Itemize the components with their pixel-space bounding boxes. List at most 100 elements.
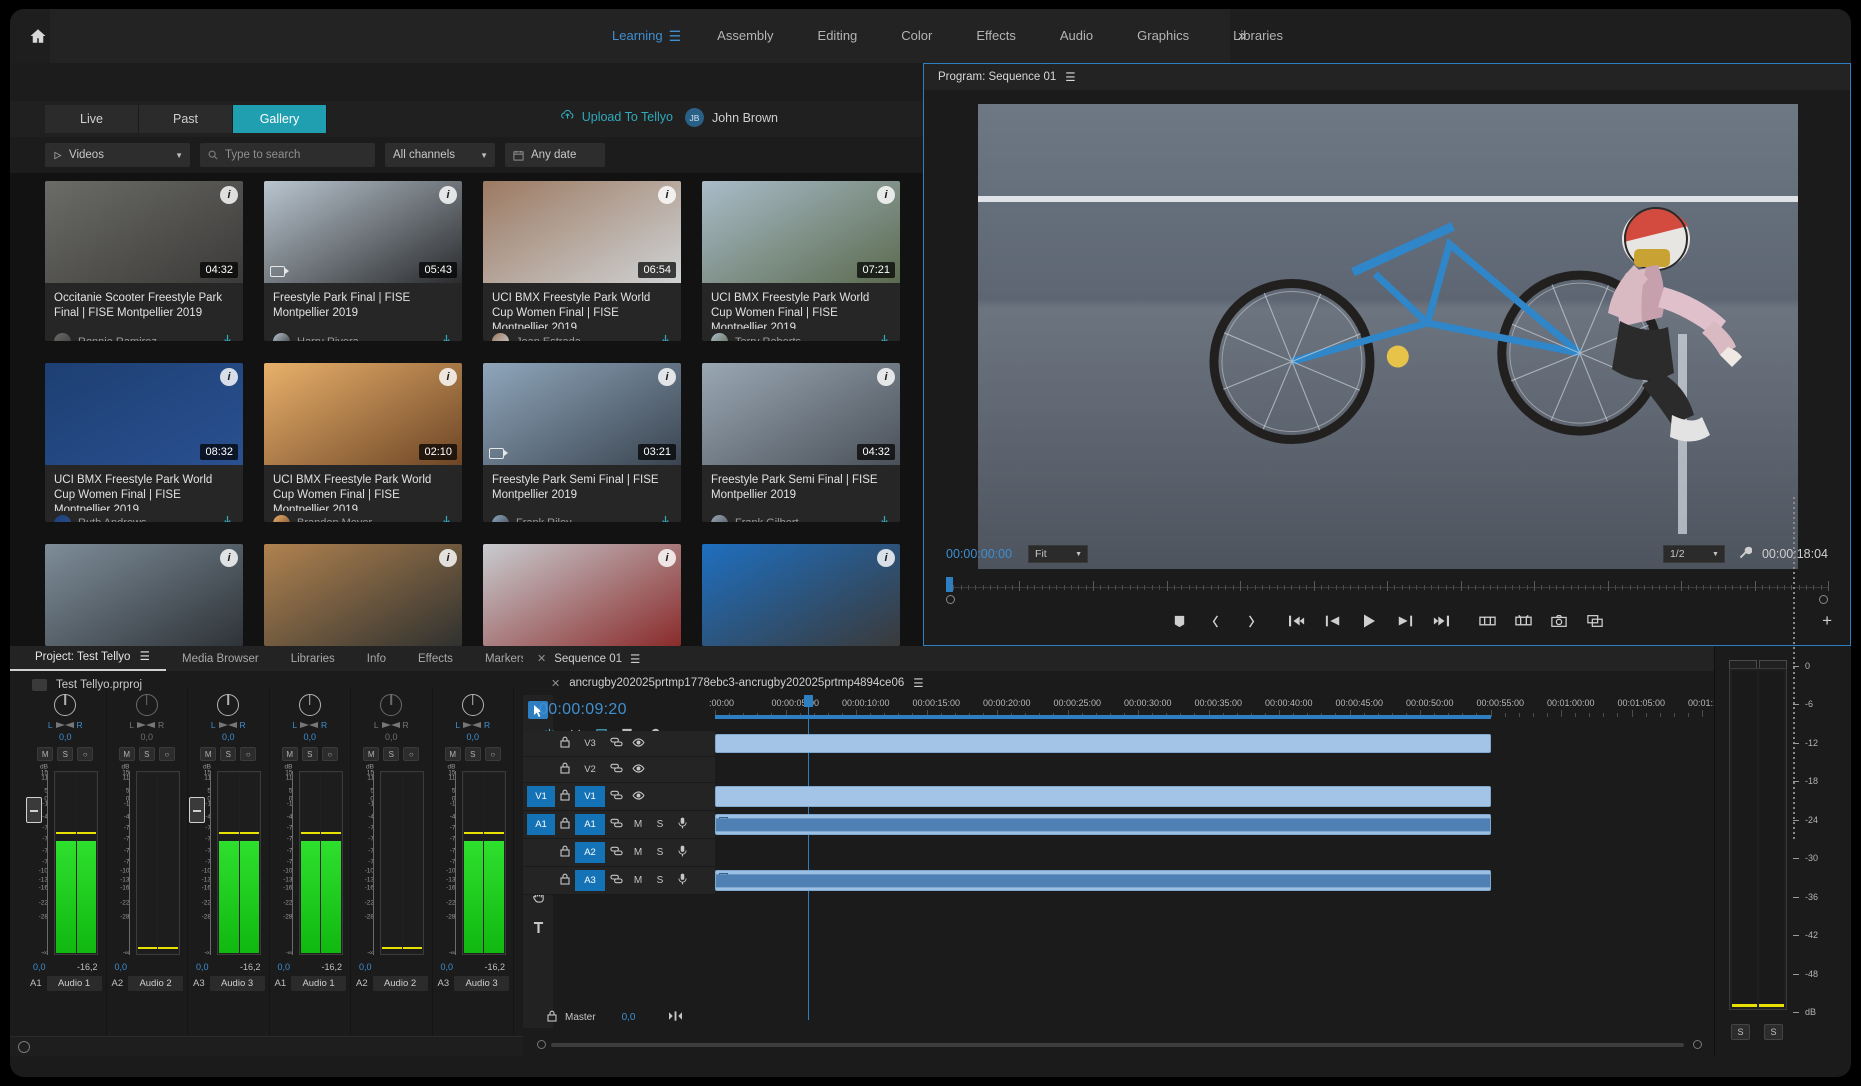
project-tab-project-test-tellyo[interactable]: Project: Test Tellyo ☰	[10, 646, 166, 671]
track-name-V3[interactable]: V3	[575, 738, 605, 749]
video-card[interactable]: i 07:21 UCI BMX Freestyle Park World Cup W…	[702, 181, 900, 341]
mute-button[interactable]: M	[118, 747, 135, 761]
source-patch-A1[interactable]: A1	[527, 814, 555, 835]
workspace-tab-libraries[interactable]: Libraries	[1211, 9, 1305, 63]
pan-knob[interactable]	[54, 694, 77, 716]
sync-lock-icon[interactable]	[605, 790, 627, 803]
video-card[interactable]: i	[483, 544, 681, 646]
download-icon[interactable]	[221, 334, 234, 341]
video-thumbnail[interactable]: i	[702, 544, 900, 646]
mute-button[interactable]: M	[627, 819, 649, 830]
channel-select[interactable]: All channels ▼	[385, 143, 495, 167]
workspace-tab-graphics[interactable]: Graphics	[1115, 9, 1211, 63]
timeline-panel-tab[interactable]: ✕ Sequence 01 ☰	[523, 646, 1714, 671]
tellyo-tab-live[interactable]: Live	[45, 105, 139, 133]
lock-icon[interactable]	[555, 845, 575, 860]
search-input[interactable]: Type to search	[200, 143, 375, 167]
solo-button[interactable]: S	[138, 747, 155, 761]
sequence-tab[interactable]: ✕ ancrugby202025prtmp1778ebc3-ancrugby20…	[523, 671, 1714, 695]
workspace-tab-learning[interactable]: Learning	[590, 9, 669, 63]
pan-knob[interactable]	[217, 694, 240, 716]
channel-name[interactable]: Audio 3	[209, 976, 265, 991]
timeline-playhead-timecode[interactable]: 00:00:09:20	[523, 695, 715, 719]
video-card[interactable]: i	[702, 544, 900, 646]
sync-lock-icon[interactable]	[605, 846, 627, 859]
info-icon[interactable]: i	[220, 367, 238, 386]
download-icon[interactable]	[659, 334, 672, 341]
track-header-V2[interactable]: V2	[523, 757, 715, 783]
date-select[interactable]: Any date	[505, 143, 605, 167]
lock-icon[interactable]	[555, 736, 575, 751]
channel-name[interactable]: Audio 1	[291, 976, 346, 991]
solo-button[interactable]: S	[220, 747, 237, 761]
video-thumbnail[interactable]: i 03:21	[483, 362, 681, 465]
channel-gain[interactable]: 0,0	[107, 732, 188, 742]
project-tab-media-browser[interactable]: Media Browser	[166, 648, 275, 671]
info-icon[interactable]: i	[220, 186, 238, 204]
solo-button[interactable]: S	[57, 747, 74, 761]
settings-wrench-icon[interactable]	[1739, 546, 1753, 562]
source-patch-empty[interactable]	[527, 842, 555, 863]
record-button[interactable]: ○	[158, 747, 175, 761]
lock-icon[interactable]	[555, 873, 575, 888]
play-icon[interactable]	[1360, 612, 1379, 631]
master-meter-icon[interactable]	[669, 1010, 683, 1024]
video-card[interactable]: i 05:43 Freestyle Park Final | FISE Montpe…	[264, 181, 462, 341]
download-icon[interactable]	[878, 515, 891, 522]
pan-knob[interactable]	[380, 694, 403, 716]
solo-button[interactable]: S	[464, 747, 481, 761]
new-bin-icon[interactable]	[18, 1041, 30, 1053]
solo-button[interactable]: S	[649, 875, 671, 886]
sync-lock-icon[interactable]	[605, 763, 627, 776]
mute-button[interactable]: M	[200, 747, 217, 761]
channel-gain[interactable]: 0,0	[351, 732, 432, 742]
go-to-out-icon[interactable]	[1432, 612, 1451, 631]
video-thumbnail[interactable]: i	[45, 544, 243, 646]
video-card[interactable]: i 08:32 UCI BMX Freestyle Park World Cup W…	[45, 362, 243, 522]
video-card[interactable]: i 04:32 Occitanie Scooter Freestyle Park F…	[45, 181, 243, 341]
panel-menu-icon[interactable]: ☰	[913, 676, 923, 690]
video-thumbnail[interactable]: i 04:32	[702, 362, 900, 465]
tellyo-tab-past[interactable]: Past	[139, 105, 233, 133]
download-icon[interactable]	[440, 515, 453, 522]
program-monitor-tab[interactable]: Program: Sequence 01 ☰	[924, 64, 1850, 90]
scroll-handle-left[interactable]	[537, 1040, 546, 1049]
record-button[interactable]: ○	[484, 747, 501, 761]
channel-gain[interactable]: 0,0	[25, 732, 106, 742]
project-tab-info[interactable]: Info	[351, 648, 402, 671]
info-icon[interactable]: i	[877, 186, 895, 204]
step-forward-icon[interactable]	[1396, 612, 1415, 631]
sync-lock-icon[interactable]	[605, 874, 627, 887]
track-header-A3[interactable]: A3 M S	[523, 867, 715, 895]
info-icon[interactable]: i	[658, 367, 676, 386]
solo-button[interactable]: S	[301, 747, 318, 761]
info-icon[interactable]: i	[658, 549, 676, 567]
toggle-track-output-icon[interactable]	[627, 790, 649, 803]
source-patch-empty[interactable]	[527, 870, 555, 891]
pan-knob[interactable]	[461, 694, 484, 716]
track-header-A2[interactable]: A2 M S	[523, 839, 715, 867]
channel-gain[interactable]: 0,0	[270, 732, 351, 742]
microphone-icon[interactable]	[671, 845, 693, 860]
lock-icon[interactable]	[555, 817, 575, 832]
timeline-audio-clip[interactable]	[715, 814, 1491, 835]
volume-fader[interactable]	[26, 797, 42, 823]
track-name-V2[interactable]: V2	[575, 764, 605, 775]
close-icon[interactable]: ✕	[551, 677, 560, 690]
lock-icon[interactable]	[547, 1010, 557, 1025]
solo-button[interactable]: S	[649, 847, 671, 858]
channel-gain[interactable]: 0,0	[433, 732, 514, 742]
download-icon[interactable]	[221, 515, 234, 522]
sync-lock-icon[interactable]	[605, 737, 627, 750]
record-button[interactable]: ○	[321, 747, 338, 761]
workspace-tab-audio[interactable]: Audio	[1038, 9, 1115, 63]
workspace-overflow-icon[interactable]: »	[1238, 27, 1246, 44]
upload-to-tellyo-button[interactable]: Upload To Tellyo	[560, 109, 673, 124]
video-thumbnail[interactable]: i 05:43	[264, 181, 462, 283]
video-card[interactable]: i	[45, 544, 243, 646]
info-icon[interactable]: i	[877, 549, 895, 567]
record-button[interactable]: ○	[77, 747, 94, 761]
program-scrubber[interactable]	[924, 575, 1850, 604]
mute-button[interactable]: M	[281, 747, 298, 761]
workspace-tab-effects[interactable]: Effects	[954, 9, 1038, 63]
